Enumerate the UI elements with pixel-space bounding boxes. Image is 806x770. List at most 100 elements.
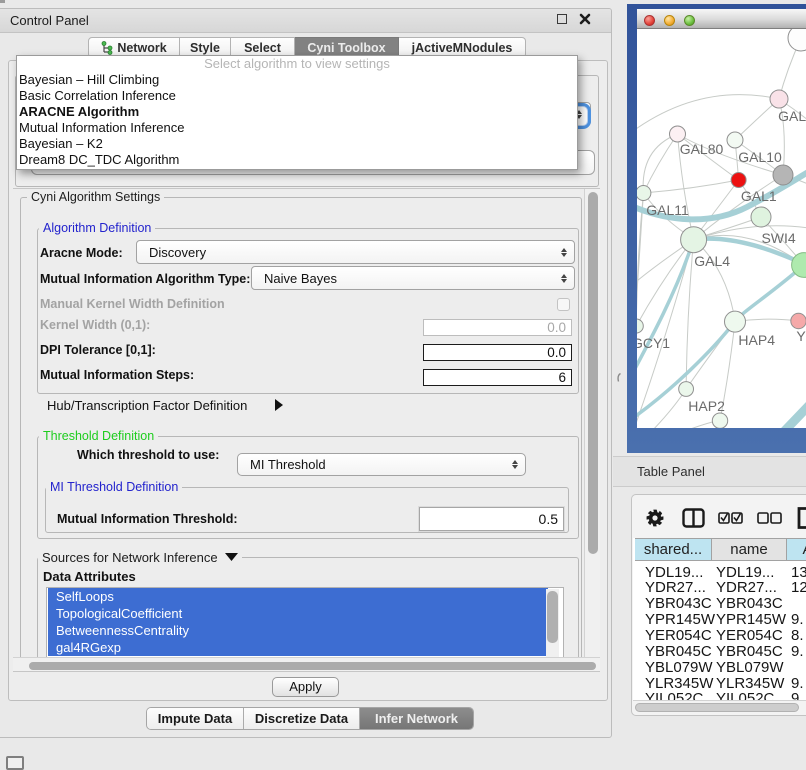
zoom-button[interactable]	[684, 15, 695, 26]
mi-type-combobox[interactable]: Naive Bayes	[251, 266, 575, 290]
table-cell[interactable]: YDR27...	[645, 580, 706, 595]
float-window-icon[interactable]	[557, 14, 567, 24]
network-node-gal1[interactable]	[731, 173, 746, 188]
attribute-item[interactable]: BetweennessCentrality	[48, 622, 548, 639]
tab-infer-network[interactable]: Infer Network	[359, 708, 473, 729]
which-threshold-combobox[interactable]: MI Threshold	[237, 453, 526, 476]
dropdown-item[interactable]: ARACNE Algorithm	[17, 104, 577, 120]
network-node-gal2[interactable]	[770, 90, 788, 108]
table-cell[interactable]: YPR145W	[716, 612, 786, 627]
table-cell[interactable]: YBR045C	[716, 644, 783, 659]
unchecked-columns-icon[interactable]	[757, 512, 782, 524]
table-cell[interactable]: 8.	[791, 628, 804, 643]
network-edge[interactable]	[643, 134, 677, 193]
file-icon[interactable]	[797, 507, 806, 529]
control-panel-titlebar[interactable]: Control Panel	[0, 9, 611, 33]
network-edge[interactable]	[637, 420, 720, 428]
dropdown-item[interactable]: Basic Correlation Inference	[17, 88, 577, 104]
tab-discretize-data[interactable]: Discretize Data	[243, 708, 359, 729]
network-node[interactable]	[773, 165, 793, 185]
manual-kernel-checkbox[interactable]	[557, 298, 570, 311]
status-bar-button[interactable]	[6, 756, 24, 770]
table-cell[interactable]: YBR043C	[645, 596, 712, 611]
network-node-gal11[interactable]	[637, 186, 651, 201]
network-edge[interactable]	[643, 134, 677, 193]
table-cell[interactable]: 12	[791, 580, 806, 595]
network-node-gcy1[interactable]	[637, 319, 643, 333]
tab-impute-data[interactable]: Impute Data	[147, 708, 243, 729]
close-button[interactable]	[644, 15, 655, 26]
network-edge[interactable]	[637, 95, 779, 137]
attributes-scrollbar-thumb[interactable]	[547, 591, 558, 643]
close-icon[interactable]	[579, 13, 591, 25]
network-node[interactable]	[712, 413, 727, 428]
table-cell[interactable]: YER054C	[716, 628, 783, 643]
apply-button[interactable]: Apply	[272, 677, 339, 697]
mi-steps-field[interactable]: 6	[423, 369, 572, 386]
dropdown-item[interactable]: Dream8 DC_TDC Algorithm	[17, 152, 577, 168]
dpi-tolerance-field[interactable]: 0.0	[423, 344, 572, 361]
table-cell[interactable]: 9.	[791, 644, 804, 659]
table-cell[interactable]: YIL052C	[716, 691, 774, 700]
column-header-name[interactable]: name	[712, 538, 787, 561]
table-cell[interactable]: 9.	[791, 676, 804, 691]
table-cell[interactable]: 9.	[791, 612, 804, 627]
network-edge-highlighted[interactable]	[637, 240, 694, 391]
table-cell[interactable]: YPR145W	[645, 612, 715, 627]
table-hscrollbar-track[interactable]	[633, 700, 806, 713]
aracne-mode-combobox[interactable]: Discovery	[136, 240, 575, 264]
network-canvas[interactable]: GAL2GAL80GAL10GAL1GAL11SWI4GAL4GCY1HAP4Y…	[637, 29, 806, 428]
settings-vscrollbar-track[interactable]	[584, 189, 600, 658]
settings-hscrollbar-track[interactable]	[13, 657, 600, 671]
gear-icon[interactable]	[646, 509, 664, 527]
column-header-A[interactable]: A	[787, 538, 806, 561]
table-cell[interactable]: YBL079W	[645, 660, 713, 675]
table-hscrollbar-thumb[interactable]	[635, 703, 799, 712]
data-attributes-list[interactable]: SelfLoopsTopologicalCoefficientBetweenne…	[46, 587, 564, 657]
table-cell[interactable]: YIL052C	[645, 691, 703, 700]
dropdown-item[interactable]: Mutual Information Inference	[17, 120, 577, 136]
network-node-y[interactable]	[791, 313, 806, 328]
table-cell[interactable]: YDL19...	[645, 565, 703, 580]
expand-right-icon[interactable]	[274, 399, 284, 411]
sources-title-row[interactable]: Sources for Network Inference	[38, 550, 242, 565]
mi-threshold-field[interactable]: 0.5	[419, 507, 564, 531]
attribute-item[interactable]: TopologicalCoefficient	[48, 605, 548, 622]
collapse-down-icon[interactable]	[225, 552, 238, 561]
network-node[interactable]	[670, 126, 686, 142]
kernel-width-field[interactable]: 0.0	[423, 319, 572, 336]
dropdown-item[interactable]: Bayesian – K2	[17, 136, 577, 152]
network-node[interactable]	[727, 132, 743, 148]
table-cell[interactable]: YLR345W	[716, 676, 784, 691]
minimize-button[interactable]	[664, 15, 675, 26]
network-node-swi4[interactable]	[751, 207, 771, 227]
network-edge[interactable]	[643, 180, 738, 193]
node-table[interactable]: shared...nameA YDL19... YDL19... 13 YDR27..…	[633, 538, 806, 700]
dropdown-item[interactable]: Bayesian – Hill Climbing	[17, 72, 577, 88]
network-node-hap4[interactable]	[725, 311, 746, 332]
network-window-titlebar[interactable]	[637, 9, 806, 29]
table-cell[interactable]: 9	[791, 691, 799, 700]
network-node-gal4[interactable]	[681, 227, 707, 253]
table-cell[interactable]: YDR27...	[716, 580, 777, 595]
splitter-handle[interactable]	[615, 373, 622, 382]
split-panel-icon[interactable]	[682, 508, 705, 528]
network-node[interactable]	[788, 29, 806, 51]
table-cell[interactable]: YDL19...	[716, 565, 774, 580]
column-header-shared[interactable]: shared...	[635, 538, 712, 561]
network-edge-highlighted[interactable]	[773, 397, 806, 428]
network-node-hap2[interactable]	[679, 382, 694, 397]
attribute-item[interactable]: SelfLoops	[48, 588, 548, 605]
settings-vscrollbar-thumb[interactable]	[588, 192, 598, 554]
table-cell[interactable]: YLR345W	[645, 676, 713, 691]
table-cell[interactable]: 13	[791, 565, 806, 580]
attributes-scrollbar-track[interactable]	[546, 589, 559, 657]
table-cell[interactable]: YBR043C	[716, 596, 783, 611]
table-cell[interactable]: YER054C	[645, 628, 712, 643]
settings-hscrollbar-thumb[interactable]	[29, 662, 596, 670]
checked-columns-icon[interactable]	[718, 512, 743, 524]
table-cell[interactable]: YBR045C	[645, 644, 712, 659]
table-cell[interactable]: YBL079W	[716, 660, 784, 675]
attribute-item[interactable]: gal4RGexp	[48, 639, 548, 656]
hub-definition-label[interactable]: Hub/Transcription Factor Definition	[47, 398, 247, 413]
